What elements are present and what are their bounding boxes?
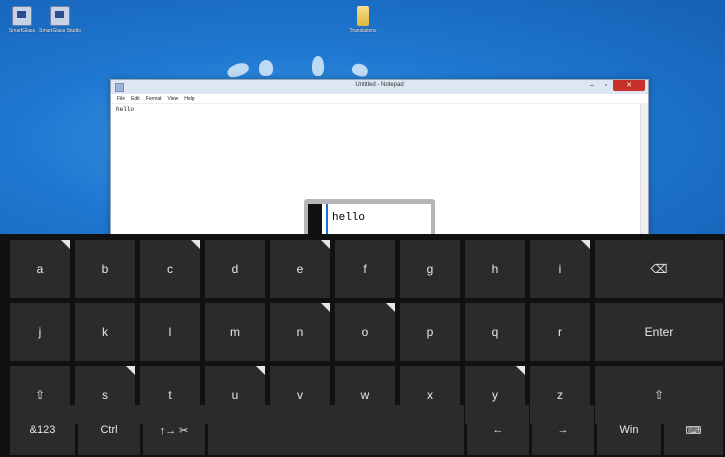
touch-keyboard: a b c d e f g h i ⌫ j k l m n o p q r Enter ⇧ s t u v w x y z ⇧ &123 Ct… bbox=[0, 234, 725, 457]
close-button[interactable]: ✕ bbox=[613, 80, 645, 91]
key-l[interactable]: l bbox=[140, 303, 200, 361]
symbols-key[interactable]: &123 bbox=[10, 405, 75, 455]
maximize-button[interactable]: ▫ bbox=[599, 80, 613, 91]
key-r[interactable]: r bbox=[530, 303, 590, 361]
key-n[interactable]: n bbox=[270, 303, 330, 361]
wallpaper-petal bbox=[312, 56, 324, 76]
key-o[interactable]: o bbox=[335, 303, 395, 361]
app-icon bbox=[50, 6, 70, 26]
desktop-icon-translations[interactable]: Translations bbox=[341, 6, 385, 34]
key-a[interactable]: a bbox=[10, 240, 70, 298]
candidate-marker bbox=[308, 204, 322, 235]
ctrl-key[interactable]: Ctrl bbox=[78, 405, 140, 455]
desktop-icon-smartglass-studio[interactable]: SmartGlass Studio bbox=[38, 6, 82, 34]
menu-edit[interactable]: Edit bbox=[131, 96, 140, 102]
backspace-key[interactable]: ⌫ bbox=[595, 240, 723, 298]
enter-key[interactable]: Enter bbox=[595, 303, 723, 361]
app-icon bbox=[12, 6, 32, 26]
key-q[interactable]: q bbox=[465, 303, 525, 361]
vertical-scrollbar[interactable] bbox=[640, 104, 648, 235]
wallpaper-petal bbox=[225, 60, 251, 80]
key-k[interactable]: k bbox=[75, 303, 135, 361]
key-j[interactable]: j bbox=[10, 303, 70, 361]
wallpaper-petal bbox=[259, 60, 273, 76]
window-title: Untitled - Notepad bbox=[355, 82, 404, 88]
key-h[interactable]: h bbox=[465, 240, 525, 298]
right-arrow-key[interactable]: → bbox=[532, 405, 594, 455]
key-i[interactable]: i bbox=[530, 240, 590, 298]
win-key[interactable]: Win bbox=[597, 405, 661, 455]
menu-help[interactable]: Help bbox=[184, 96, 194, 102]
key-e[interactable]: e bbox=[270, 240, 330, 298]
wallpaper-petal bbox=[350, 61, 370, 79]
menu-bar: File Edit Format View Help bbox=[111, 94, 648, 104]
key-m[interactable]: m bbox=[205, 303, 265, 361]
keyboard-switch-key[interactable]: ⌨ bbox=[664, 405, 723, 455]
key-g[interactable]: g bbox=[400, 240, 460, 298]
notepad-titlebar[interactable]: Untitled - Notepad – ▫ ✕ bbox=[111, 80, 648, 94]
folder-icon bbox=[357, 6, 369, 26]
desktop-icon-label: SmartGlass Studio bbox=[39, 28, 81, 34]
desktop-icon-label: Translations bbox=[349, 28, 377, 34]
text-cursor bbox=[326, 204, 328, 235]
menu-file[interactable]: File bbox=[117, 96, 125, 102]
menu-view[interactable]: View bbox=[168, 96, 179, 102]
candidate-box: hello bbox=[308, 204, 431, 235]
text-candidate-popup: hello bbox=[304, 199, 435, 235]
key-p[interactable]: p bbox=[400, 303, 460, 361]
left-arrow-key[interactable]: ← bbox=[467, 405, 529, 455]
key-f[interactable]: f bbox=[335, 240, 395, 298]
minimize-button[interactable]: – bbox=[585, 80, 599, 91]
key-b[interactable]: b bbox=[75, 240, 135, 298]
candidate-text[interactable]: hello bbox=[332, 212, 365, 224]
key-c[interactable]: c bbox=[140, 240, 200, 298]
key-d[interactable]: d bbox=[205, 240, 265, 298]
desktop-background: SmartGlass SmartGlass Studio Translation… bbox=[0, 0, 725, 235]
edit-keys-key[interactable]: ↑→ ✂ bbox=[143, 405, 205, 455]
space-key[interactable] bbox=[208, 405, 464, 455]
menu-format[interactable]: Format bbox=[146, 96, 162, 102]
